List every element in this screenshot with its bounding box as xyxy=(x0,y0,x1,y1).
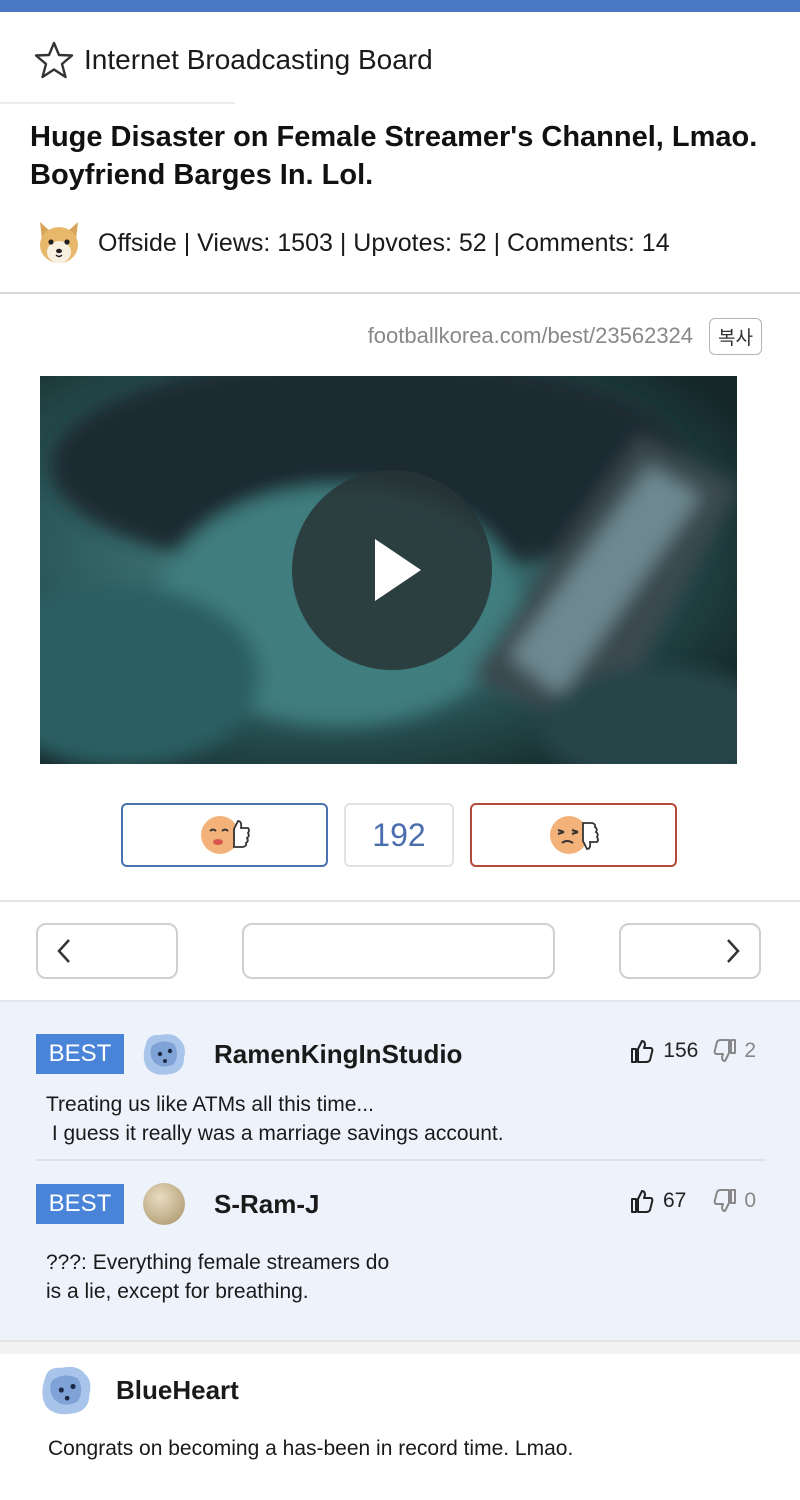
comment: BlueHeart Congrats on becoming a has-bee… xyxy=(38,1366,768,1463)
best-comment: BEST S-Ram-J 67 0 ???: Everything female… xyxy=(36,1180,766,1306)
dislike-count: 2 xyxy=(744,1039,756,1062)
section-divider xyxy=(0,1340,800,1354)
post-url[interactable]: footballkorea.com/best/23562324 xyxy=(368,323,693,349)
thumbs-up-icon[interactable] xyxy=(629,1038,655,1064)
prev-post-button[interactable] xyxy=(36,923,178,979)
downvote-button[interactable] xyxy=(470,803,677,867)
best-badge: BEST xyxy=(36,1034,124,1074)
play-button[interactable] xyxy=(292,470,492,670)
divider xyxy=(0,102,235,104)
best-badge: BEST xyxy=(36,1184,124,1224)
vote-count: 192 xyxy=(344,803,454,867)
like-count: 67 xyxy=(662,1189,687,1212)
comment-author[interactable]: BlueHeart xyxy=(116,1375,239,1406)
copy-url-button[interactable]: 복사 xyxy=(709,317,762,355)
post-meta-text: Offside | Views: 1503 | Upvotes: 52 | Co… xyxy=(98,228,670,257)
thumbs-down-emoji-icon[interactable] xyxy=(547,811,601,859)
thumbs-down-icon[interactable] xyxy=(712,1038,738,1064)
comment-text: Treating us like ATMs all this time... I… xyxy=(46,1093,504,1145)
divider xyxy=(0,292,800,294)
vote-row: 192 xyxy=(121,803,677,867)
comment-author[interactable]: RamenKingInStudio xyxy=(214,1039,462,1070)
post-title: Huge Disaster on Female Streamer's Chann… xyxy=(30,121,758,191)
comment-votes: 156 2 xyxy=(629,1038,756,1064)
avatar[interactable] xyxy=(38,1362,94,1418)
thumbs-up-icon[interactable] xyxy=(629,1188,655,1214)
like-count: 156 xyxy=(663,1039,699,1062)
thumbs-up-emoji-icon[interactable] xyxy=(198,811,252,859)
top-accent-bar xyxy=(0,0,800,12)
chevron-right-icon[interactable] xyxy=(723,937,743,965)
post-url-row: footballkorea.com/best/23562324 복사 xyxy=(368,317,762,355)
avatar[interactable] xyxy=(140,1030,188,1078)
list-button[interactable] xyxy=(242,923,555,979)
best-comment: BEST RamenKingInStudio 156 2 Treating us… xyxy=(36,1030,766,1148)
board-header[interactable]: Internet Broadcasting Board xyxy=(34,38,433,82)
board-title[interactable]: Internet Broadcasting Board xyxy=(84,44,433,76)
comment-votes: 67 0 xyxy=(629,1188,756,1214)
best-comments-section: BEST RamenKingInStudio 156 2 Treating us… xyxy=(0,1000,800,1340)
post-meta: Offside | Views: 1503 | Upvotes: 52 | Co… xyxy=(34,218,670,268)
chevron-left-icon[interactable] xyxy=(54,937,74,965)
divider xyxy=(0,900,800,902)
divider xyxy=(36,1159,766,1161)
avatar[interactable] xyxy=(140,1180,188,1228)
comment-text: ???: Everything female streamers do is a… xyxy=(46,1251,390,1303)
dislike-count: 0 xyxy=(744,1189,756,1212)
thumbs-down-icon[interactable] xyxy=(712,1188,738,1214)
video-player[interactable] xyxy=(40,376,737,764)
star-outline-icon[interactable] xyxy=(34,40,74,80)
next-post-button[interactable] xyxy=(619,923,761,979)
play-icon[interactable] xyxy=(347,525,437,615)
comment-author[interactable]: S-Ram-J xyxy=(214,1189,319,1220)
upvote-button[interactable] xyxy=(121,803,328,867)
comment-text: Congrats on becoming a has-been in recor… xyxy=(48,1437,574,1460)
shiba-dog-avatar xyxy=(40,222,78,263)
